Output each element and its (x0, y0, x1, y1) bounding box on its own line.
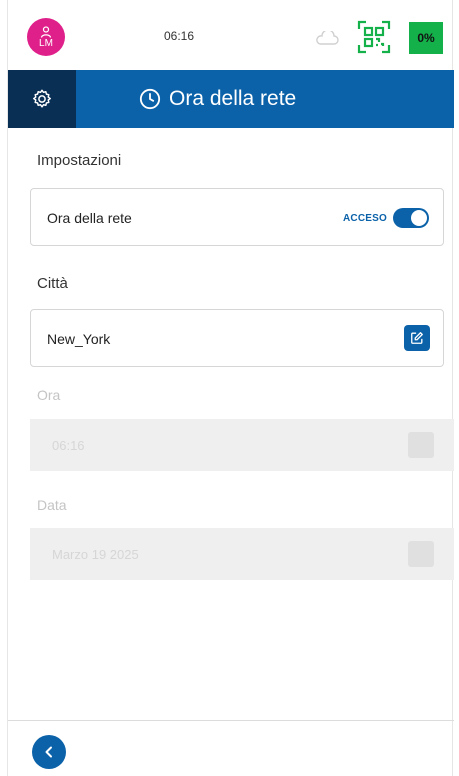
gear-icon (33, 89, 51, 108)
time-field-value: 06:16 (52, 437, 85, 453)
toggle-state-label: ACCESO (343, 212, 387, 224)
network-time-toggle[interactable] (393, 208, 429, 228)
back-button[interactable] (32, 735, 66, 769)
network-time-card: Ora della rete ACCESO (30, 188, 444, 246)
avatar[interactable]: LM (27, 18, 65, 56)
network-time-toggle-wrap[interactable]: ACCESO (343, 189, 429, 247)
clock-icon (139, 88, 161, 110)
settings-button[interactable] (8, 70, 76, 128)
cloud-off-icon (316, 31, 339, 45)
footer-divider (8, 720, 454, 721)
edit-city-button[interactable] (404, 325, 430, 351)
edit-time-button (408, 432, 434, 458)
qr-scan-icon[interactable] (357, 20, 391, 54)
edit-date-button (408, 541, 434, 567)
status-time: 06:16 (164, 29, 195, 43)
date-field: Marzo 19 2025 (30, 528, 454, 580)
avatar-initials: LM (39, 37, 53, 49)
page-title-text: Ora della rete (169, 87, 297, 110)
settings-section-label: Impostazioni (37, 152, 122, 169)
network-time-label: Ora della rete (47, 210, 132, 226)
status-bar: LM 06:16 0% (8, 0, 454, 70)
chevron-left-icon (45, 746, 52, 758)
page-title: Ora della rete (139, 70, 296, 128)
date-field-value: Marzo 19 2025 (52, 546, 139, 562)
city-value: New_York (47, 331, 111, 347)
battery-indicator: 0% (409, 22, 443, 54)
app-header: Ora della rete (8, 70, 454, 128)
toggle-knob (411, 210, 427, 226)
city-section-label: Città (37, 275, 68, 292)
edit-icon (411, 332, 423, 344)
date-field-label: Data (37, 497, 67, 513)
time-field: 06:16 (30, 419, 454, 471)
time-field-label: Ora (37, 387, 61, 403)
person-icon (40, 25, 52, 38)
app-frame: LM 06:16 0% Ora della rete Impostazioni … (7, 0, 454, 776)
city-card: New_York (30, 309, 444, 367)
